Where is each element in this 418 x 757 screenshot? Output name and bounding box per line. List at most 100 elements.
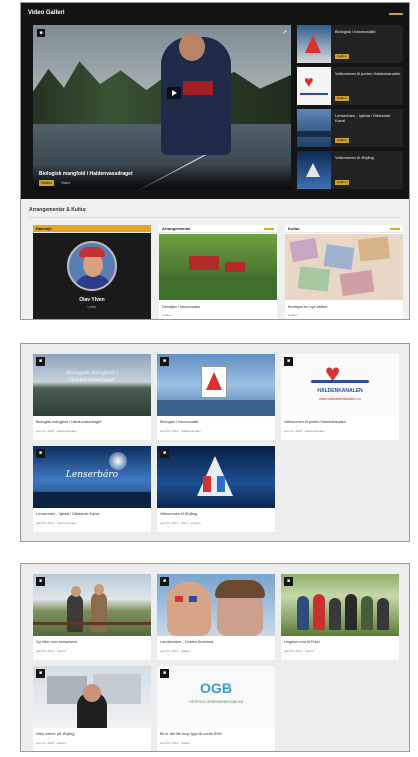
video-thumbnail xyxy=(281,574,399,636)
avatar xyxy=(67,241,117,291)
video-meta: april 30, 2014 · Haldenkanalen xyxy=(36,521,77,525)
side-video-item[interactable]: Lenserbáro - hjärtat i Gästande Kanal Ha… xyxy=(297,109,403,147)
main-video-tag[interactable]: Halden xyxy=(39,180,55,186)
play-icon[interactable] xyxy=(167,87,181,99)
video-meta: april 30, 2014 · Halden xyxy=(36,649,67,653)
video-meta: april 30, 2014 · Haldenkanalen xyxy=(36,429,77,433)
video-tile[interactable]: ■ Landsbesker - Kirsten Arrenhka april 3… xyxy=(157,574,275,660)
video-thumbnail: Lenserbáro xyxy=(33,446,151,508)
video-badge: ■ xyxy=(36,577,45,586)
side-video-title: Velkommen til Ærjång xyxy=(335,155,374,160)
video-meta: april 30, 2014 · Halden xyxy=(160,649,191,653)
side-video-title: Biologisk i fotomosaikk xyxy=(335,29,376,34)
video-thumbnail xyxy=(157,354,275,416)
thumbnail-logo-subtext: OSTFOLD GREENERIES BUS AS xyxy=(188,700,244,704)
side-video-item[interactable]: Biologisk i fotomosaikk Halden xyxy=(297,25,403,63)
video-thumbnail: OGB OSTFOLD GREENERIES BUS AS xyxy=(157,666,275,728)
video-tile[interactable]: ■ Viste seiner på Ærjång april 30, 2014 … xyxy=(33,666,151,751)
video-thumbnail xyxy=(157,574,275,636)
video-tile[interactable]: ■ Ungdom drar til Erkel april 30, 2014 ·… xyxy=(281,574,399,660)
side-video-tag: Halden xyxy=(335,138,349,143)
video-tile[interactable]: ■ Lenserbáro Lenserbáro - hjärtat i Gäst… xyxy=(33,446,151,532)
thumbnail-url-text: www.visithaldenkanalen.no xyxy=(318,397,362,401)
video-thumbnail xyxy=(157,446,275,508)
side-video-item[interactable]: Velkommen til Ærjång Halden xyxy=(297,151,403,189)
video-tile[interactable]: ■ ♥ HALDENKANALEN www.visithaldenkanalen… xyxy=(281,354,399,440)
card-meta: Halden xyxy=(162,313,172,317)
video-badge: ■ xyxy=(36,449,45,458)
culture-card[interactable]: Kultur Boutique for nye widtke Halden xyxy=(285,225,403,319)
video-title: Ungdom drar til Erkel xyxy=(284,640,320,644)
card-header: Arrangementer xyxy=(159,225,277,233)
video-badge: ■ xyxy=(37,29,45,37)
card-title: Dendijen i fotomosaikk xyxy=(162,305,201,309)
card-header: Kultur xyxy=(285,225,403,233)
video-thumbnail: ♥ xyxy=(297,67,331,105)
card-title: Boutique for nye widtke xyxy=(288,305,328,309)
card-image xyxy=(285,234,403,300)
main-video-player[interactable]: ■ ↗ Biologisk mangfold i Haldenvassdrage… xyxy=(33,25,291,190)
video-title: Op etter som kompisene xyxy=(36,640,78,644)
video-meta: april 30, 2014 · Haldenkanalen xyxy=(160,429,201,433)
video-thumbnail: ♥ HALDENKANALEN www.visithaldenkanalen.n… xyxy=(281,354,399,416)
video-grid-page-2: ■ Op etter som kompisene april 30, 2014 … xyxy=(20,563,410,752)
side-video-title: Velkommen til porten Haldenkanalen xyxy=(335,71,401,76)
card-meta: Halden xyxy=(288,313,298,317)
video-thumbnail xyxy=(33,574,151,636)
header-accent-bar xyxy=(389,13,403,15)
video-meta: april 30, 2014 · Video · Halden xyxy=(160,521,201,525)
video-gallery-page: Video Galleri ■ ↗ Biologisk mangfold i H… xyxy=(20,2,410,320)
video-meta: april 30, 2014 · Haldenkanalen xyxy=(284,429,325,433)
video-badge: ■ xyxy=(160,669,169,678)
video-thumbnail xyxy=(297,25,331,63)
video-tile[interactable]: ■ OGB OSTFOLD GREENERIES BUS AS Bli er d… xyxy=(157,666,275,751)
video-title: Viste seiner på Ærjång xyxy=(36,732,75,736)
video-title: Velkommen til porten Haldenkanalen xyxy=(284,420,346,424)
side-video-tag: Halden xyxy=(335,96,349,101)
video-thumbnail xyxy=(297,109,331,147)
thumbnail-overlay-text: Biologisk mangfold i Haldenvassdraget xyxy=(66,370,118,383)
video-badge: ■ xyxy=(160,577,169,586)
video-title: Biologisk i fotomosaikk xyxy=(160,420,199,424)
side-video-item[interactable]: ♥ Velkommen til porten Haldenkanalen Hal… xyxy=(297,67,403,105)
video-thumbnail: Biologisk mangfold i Haldenvassdraget xyxy=(33,354,151,416)
profile-role: Leder xyxy=(87,305,97,309)
side-video-tag: Halden xyxy=(335,54,349,59)
video-gallery-header: Video Galleri ■ ↗ Biologisk mangfold i H… xyxy=(21,3,409,199)
video-thumbnail xyxy=(297,151,331,189)
video-grid-page-1: ■ Biologisk mangfold i Haldenvassdraget … xyxy=(20,343,410,542)
video-badge: ■ xyxy=(36,669,45,678)
profile-card[interactable]: Daminje Olav Ylven Leder xyxy=(33,225,151,319)
video-meta: april 30, 2014 · Halden xyxy=(36,741,67,745)
card-header: Daminje xyxy=(33,225,151,233)
side-video-list: Biologisk i fotomosaikk Halden ♥ Velkomm… xyxy=(297,25,403,193)
video-badge: ■ xyxy=(284,357,293,366)
side-video-title: Lenserbáro - hjärtat i Gästande Kanal xyxy=(335,113,391,123)
video-meta: april 30, 2014 · Halden xyxy=(160,741,191,745)
video-title: Velkommen til Ærjång xyxy=(160,512,197,516)
main-video-caption: Biologisk mangfold i Haldenvassdraget xyxy=(39,171,133,177)
video-title: Landsbesker - Kirsten Arrenhka xyxy=(160,640,214,644)
thumbnail-logo-text: OGB xyxy=(200,680,232,696)
video-title: Bli er det lite brop lyge till norde BSB xyxy=(160,732,222,736)
share-icon[interactable]: ↗ xyxy=(282,29,287,36)
video-badge: ■ xyxy=(36,357,45,366)
event-card[interactable]: Arrangementer Dendijen i fotomosaikk Hal… xyxy=(159,225,277,319)
video-tile[interactable]: ■ Op etter som kompisene april 30, 2014 … xyxy=(33,574,151,660)
section-title: Arrangementer & Kultur xyxy=(29,207,86,213)
gallery-title: Video Galleri xyxy=(28,10,65,16)
video-title: Biologisk mangfold i Haldenvassdraget xyxy=(36,420,102,424)
video-tile[interactable]: ■ Biologisk mangfold i Haldenvassdraget … xyxy=(33,354,151,440)
profile-name: Olav Ylven xyxy=(79,297,105,303)
video-badge: ■ xyxy=(160,357,169,366)
video-badge: ■ xyxy=(284,577,293,586)
video-tile[interactable]: ■ Biologisk i fotomosaikk april 30, 2014… xyxy=(157,354,275,440)
video-meta: april 30, 2014 · Halden xyxy=(284,649,315,653)
video-badge: ■ xyxy=(160,449,169,458)
main-video-meta: Video xyxy=(61,181,70,185)
video-thumbnail xyxy=(33,666,151,728)
thumbnail-overlay-text: Lenserbáro xyxy=(65,470,119,480)
video-title: Lenserbáro - hjärtat i Gästande Kanal xyxy=(36,512,100,516)
video-tile[interactable]: ■ Velkommen til Ærjång april 30, 2014 · … xyxy=(157,446,275,532)
side-video-tag: Halden xyxy=(335,180,349,185)
